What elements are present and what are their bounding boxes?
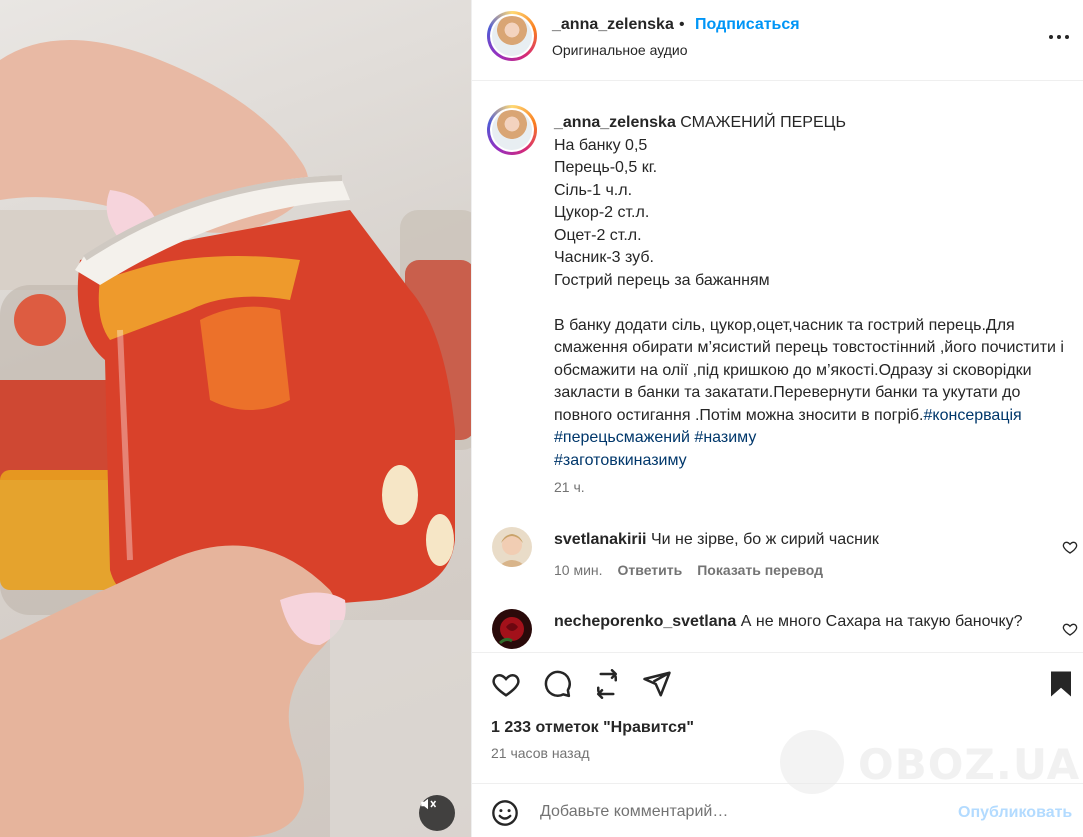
- comment-icon[interactable]: [542, 669, 572, 699]
- post-age[interactable]: 21 часов назад: [491, 745, 590, 761]
- comment-body: А не много Сахара на такую баночку?: [736, 613, 1023, 630]
- caption-timestamp[interactable]: 21 ч.: [554, 479, 585, 495]
- comment-like-heart-icon[interactable]: [1062, 621, 1078, 637]
- author-avatar[interactable]: [487, 11, 537, 61]
- separator-dot: •: [679, 16, 685, 33]
- comment-input[interactable]: [540, 798, 950, 826]
- hashtag-link[interactable]: #назиму: [694, 429, 756, 446]
- caption-author-avatar[interactable]: [487, 105, 537, 155]
- post-header: _anna_zelenska • Подписаться Оригинально…: [472, 0, 1083, 81]
- comments-scroll-area[interactable]: _anna_zelenska СМАЖЕНИЙ ПЕРЕЦЬ На банку …: [472, 82, 1083, 652]
- post-actions-bar: [472, 652, 1083, 714]
- publish-comment-button[interactable]: Опубликовать: [958, 804, 1072, 822]
- author-username-link[interactable]: _anna_zelenska: [552, 16, 674, 34]
- reply-button[interactable]: Ответить: [618, 562, 683, 578]
- likes-count[interactable]: 1 233 отметок "Нравится": [491, 719, 694, 737]
- comment-meta: 10 мин. Ответить Показать перевод: [554, 562, 823, 578]
- jar-video-frame: [0, 40, 471, 837]
- mute-toggle-button[interactable]: [419, 795, 455, 831]
- post-media-video[interactable]: [0, 0, 471, 837]
- comment-text: necheporenko_svetlana А не много Сахара …: [554, 611, 1054, 634]
- send-icon[interactable]: [642, 669, 672, 699]
- comment-like-heart-icon[interactable]: [1062, 539, 1078, 555]
- more-options-icon[interactable]: [1044, 25, 1074, 49]
- follow-button[interactable]: Подписаться: [695, 16, 800, 34]
- commenter-username-link[interactable]: svetlanakirii: [554, 531, 647, 548]
- hashtag-link[interactable]: #перецьсмажений: [554, 429, 690, 446]
- emoji-icon[interactable]: [491, 799, 519, 827]
- heart-icon[interactable]: [491, 669, 521, 699]
- commenter-avatar[interactable]: [492, 609, 532, 649]
- hashtag-link[interactable]: #консервація: [924, 407, 1022, 424]
- bookmark-icon[interactable]: [1046, 669, 1076, 699]
- repost-icon[interactable]: [592, 669, 622, 699]
- post-side-panel: _anna_zelenska • Подписаться Оригинально…: [471, 0, 1083, 837]
- caption-text: _anna_zelenska СМАЖЕНИЙ ПЕРЕЦЬ На банку …: [554, 112, 1074, 472]
- caption-body: СМАЖЕНИЙ ПЕРЕЦЬ На банку 0,5 Перець-0,5 …: [554, 114, 1064, 424]
- caption-username-link[interactable]: _anna_zelenska: [554, 114, 676, 131]
- original-audio-link[interactable]: Оригинальное аудио: [552, 42, 688, 58]
- show-translation-button[interactable]: Показать перевод: [697, 562, 823, 578]
- comment-body: Чи не зірве, бо ж сирий часник: [646, 531, 879, 548]
- comment-time[interactable]: 10 мин.: [554, 562, 603, 578]
- speaker-muted-icon: [421, 798, 437, 810]
- comment-text: svetlanakirii Чи не зірве, бо ж сирий ча…: [554, 529, 1054, 552]
- commenter-username-link[interactable]: necheporenko_svetlana: [554, 613, 736, 630]
- hashtag-link[interactable]: #заготовкиназиму: [554, 452, 687, 469]
- commenter-avatar[interactable]: [492, 527, 532, 567]
- comment-composer: Опубликовать: [472, 783, 1083, 837]
